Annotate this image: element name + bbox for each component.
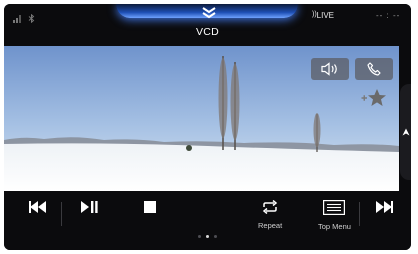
volume-button[interactable] xyxy=(311,58,349,80)
repeat-label: Repeat xyxy=(258,221,283,230)
chevron-up-icon xyxy=(402,123,410,141)
menu-list-icon xyxy=(323,200,346,220)
side-panel-tab[interactable] xyxy=(400,84,411,180)
top-menu-button[interactable]: Top Menu xyxy=(318,200,351,231)
stop-button[interactable] xyxy=(144,200,156,218)
page-indicator xyxy=(4,235,411,238)
previous-button[interactable] xyxy=(29,200,47,218)
repeat-button[interactable]: Repeat xyxy=(258,199,283,230)
control-divider xyxy=(61,202,62,226)
control-divider xyxy=(359,202,360,226)
skip-next-icon xyxy=(375,200,393,218)
page-dot xyxy=(206,235,209,238)
top-status-bar: VCD ))LIVE -- : -- xyxy=(4,4,411,46)
top-menu-label: Top Menu xyxy=(318,222,351,231)
head-unit-screen: VCD ))LIVE -- : -- Repeat Top Menu xyxy=(4,4,411,250)
page-dot xyxy=(198,235,201,238)
video-playback-area[interactable] xyxy=(4,46,399,191)
live-indicator: ))LIVE xyxy=(312,11,334,20)
next-button[interactable] xyxy=(375,200,393,218)
chevron-down-icon[interactable] xyxy=(201,6,217,19)
skip-previous-icon xyxy=(29,200,47,218)
play-pause-button[interactable] xyxy=(81,200,99,218)
stop-icon xyxy=(144,200,156,218)
source-title[interactable]: VCD xyxy=(4,26,411,38)
status-icons xyxy=(13,10,36,24)
add-favorite-button[interactable] xyxy=(361,88,387,108)
page-dot xyxy=(214,235,217,238)
add-favorite-star-icon xyxy=(361,88,387,108)
bluetooth-icon xyxy=(27,10,36,24)
speaker-volume-icon xyxy=(321,62,339,76)
clock: -- : -- xyxy=(376,11,401,20)
phone-signal-icon xyxy=(13,10,22,23)
repeat-icon xyxy=(261,199,279,219)
live-label: LIVE xyxy=(316,11,335,20)
playback-control-bar: Repeat Top Menu xyxy=(4,192,411,250)
phone-icon xyxy=(367,62,381,76)
play-pause-icon xyxy=(81,200,99,218)
phone-button[interactable] xyxy=(355,58,393,80)
